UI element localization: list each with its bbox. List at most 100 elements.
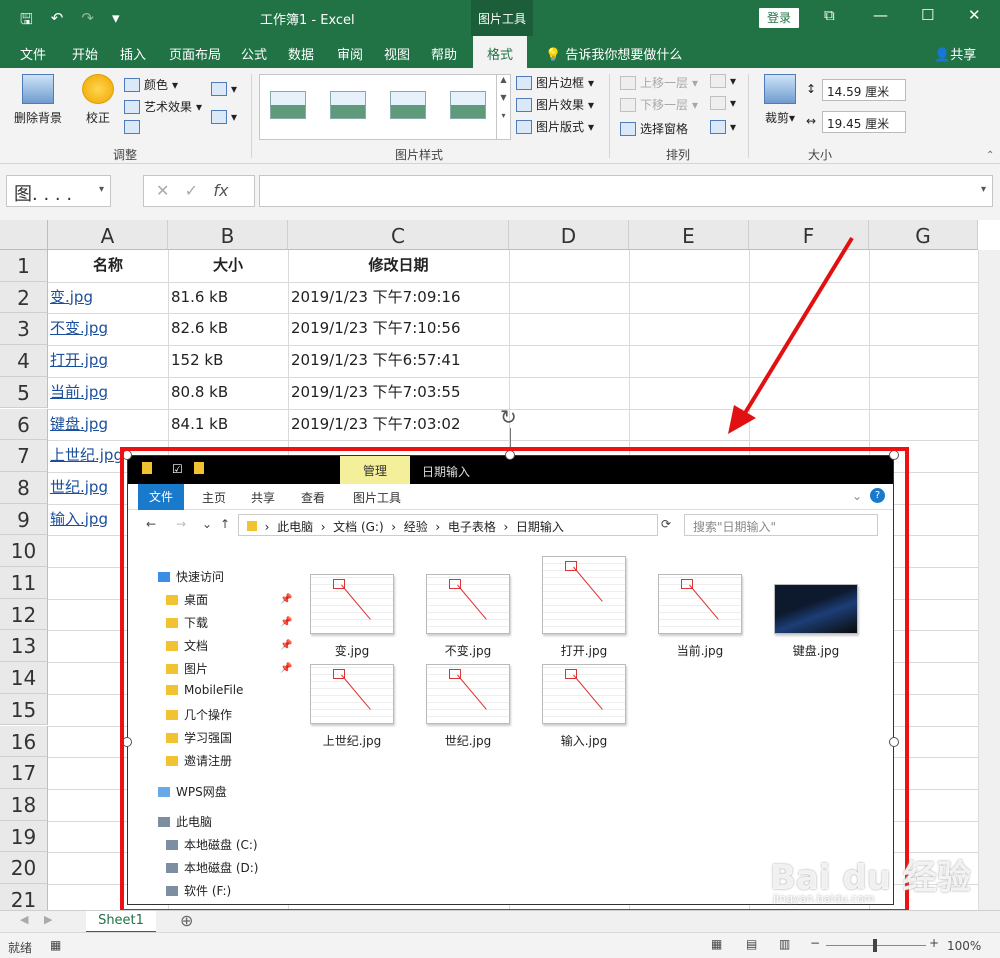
row-header[interactable]: 7 <box>0 440 48 472</box>
zoom-out-icon[interactable]: − <box>810 936 820 950</box>
column-header-b[interactable]: B <box>168 220 288 250</box>
crop-button[interactable]: 裁剪▾ <box>760 74 800 126</box>
name-box[interactable]: 图. . . . ▾ <box>6 175 111 207</box>
row-header[interactable]: 10 <box>0 535 48 567</box>
cell-size[interactable]: 82.6 kB <box>171 313 228 344</box>
picture-border-button[interactable]: 图片边框 ▾ <box>516 74 594 91</box>
cell-filename[interactable]: 键盘.jpg <box>50 409 108 440</box>
align-button[interactable]: ▾ <box>710 74 736 88</box>
cell-filename[interactable]: 不变.jpg <box>50 313 108 344</box>
column-header-f[interactable]: F <box>749 220 869 250</box>
column-header-c[interactable]: C <box>288 220 509 250</box>
column-header-d[interactable]: D <box>509 220 629 250</box>
tab-insert[interactable]: 插入 <box>120 44 146 63</box>
close-icon[interactable]: ✕ <box>968 6 981 24</box>
next-sheet-icon[interactable]: ▶ <box>44 913 52 926</box>
column-header-e[interactable]: E <box>629 220 749 250</box>
tab-data[interactable]: 数据 <box>288 44 314 63</box>
style-thumb[interactable] <box>330 91 366 119</box>
customize-qat-icon[interactable]: ▾ <box>112 9 120 34</box>
row-header[interactable]: 21 <box>0 884 48 910</box>
column-header-a[interactable]: A <box>48 220 168 250</box>
send-backward-button[interactable]: 下移一层 ▾ <box>620 96 698 113</box>
page-layout-view-icon[interactable]: ▤ <box>746 937 757 951</box>
row-header[interactable]: 9 <box>0 503 48 536</box>
row-header[interactable]: 18 <box>0 788 48 821</box>
row-header[interactable]: 8 <box>0 471 48 504</box>
cell-size[interactable]: 152 kB <box>171 345 223 376</box>
row-header[interactable]: 16 <box>0 725 48 758</box>
save-icon[interactable]: 🖫 <box>20 9 33 34</box>
style-thumb[interactable] <box>390 91 426 119</box>
prev-sheet-icon[interactable]: ◀ <box>20 913 28 926</box>
compress-pictures-button[interactable] <box>124 120 140 134</box>
change-picture-button[interactable]: ▾ <box>211 82 237 96</box>
tab-format[interactable]: 格式 <box>473 36 528 68</box>
cell-filename[interactable]: 打开.jpg <box>50 345 108 376</box>
picture-effects-button[interactable]: 图片效果 ▾ <box>516 96 594 113</box>
row-header[interactable]: 15 <box>0 693 48 726</box>
cell-filename[interactable]: 当前.jpg <box>50 377 108 408</box>
maximize-icon[interactable]: ☐ <box>921 6 934 24</box>
add-sheet-icon[interactable]: ⊕ <box>180 911 193 930</box>
page-break-view-icon[interactable]: ▥ <box>779 937 790 951</box>
collapse-ribbon-icon[interactable]: ⌃ <box>986 150 994 161</box>
rotate-handle-icon[interactable]: ↻ <box>500 405 517 429</box>
tab-view[interactable]: 视图 <box>384 44 410 63</box>
row-header[interactable]: 5 <box>0 376 48 409</box>
remove-background-button[interactable]: 删除背景 <box>10 74 66 126</box>
row-header[interactable]: 12 <box>0 598 48 631</box>
row-header[interactable]: 13 <box>0 630 48 663</box>
style-thumb[interactable] <box>450 91 486 119</box>
zoom-in-icon[interactable]: + <box>929 936 939 950</box>
normal-view-icon[interactable]: ▦ <box>711 937 722 951</box>
row-header[interactable]: 17 <box>0 757 48 789</box>
row-header[interactable]: 1 <box>0 250 48 282</box>
color-button[interactable]: 颜色 ▾ <box>124 76 178 93</box>
confirm-icon[interactable]: ✓ <box>185 181 198 200</box>
cell-size[interactable]: 81.6 kB <box>171 282 228 313</box>
cell-modified-date[interactable]: 2019/1/23 下午7:03:55 <box>291 377 461 408</box>
tell-me-search[interactable]: 💡 告诉我你想要做什么 <box>545 44 682 63</box>
tab-file[interactable]: 文件 <box>20 44 46 63</box>
rotate-button[interactable]: ▾ <box>710 120 736 134</box>
minimize-icon[interactable]: — <box>873 6 888 24</box>
row-header[interactable]: 14 <box>0 662 48 694</box>
artistic-effects-button[interactable]: 艺术效果 ▾ <box>124 98 202 115</box>
share-button[interactable]: 👤共享 <box>934 44 976 63</box>
cell-modified-date[interactable]: 2019/1/23 下午7:10:56 <box>291 313 461 344</box>
group-button[interactable]: ▾ <box>710 96 736 110</box>
cancel-icon[interactable]: ✕ <box>156 181 169 200</box>
cell-filename[interactable]: 输入.jpg <box>50 504 108 535</box>
cell-size[interactable]: 84.1 kB <box>171 409 228 440</box>
row-header[interactable]: 2 <box>0 281 48 314</box>
zoom-slider-thumb[interactable] <box>873 939 877 952</box>
select-all-corner[interactable] <box>0 220 48 250</box>
macro-record-icon[interactable]: ▦ <box>50 938 61 952</box>
formula-input[interactable]: ▾ <box>259 175 993 207</box>
bring-forward-button[interactable]: 上移一层 ▾ <box>620 74 698 91</box>
row-header[interactable]: 19 <box>0 820 48 853</box>
redo-icon[interactable]: ↷ <box>81 9 94 34</box>
gallery-scroll[interactable]: ▲ ▼ ▾ <box>496 75 510 139</box>
tab-home[interactable]: 开始 <box>72 44 98 63</box>
corrections-button[interactable]: 校正 <box>78 74 118 126</box>
cell-filename[interactable]: 上世纪.jpg <box>50 440 123 471</box>
tab-page-layout[interactable]: 页面布局 <box>169 44 221 63</box>
row-header[interactable]: 4 <box>0 345 48 377</box>
cell-modified-date[interactable]: 2019/1/23 下午6:57:41 <box>291 345 461 376</box>
style-thumb[interactable] <box>270 91 306 119</box>
cell-modified-date[interactable]: 2019/1/23 下午7:09:16 <box>291 282 461 313</box>
column-header-g[interactable]: G <box>869 220 978 250</box>
expand-formula-icon[interactable]: ▾ <box>981 184 986 195</box>
tab-help[interactable]: 帮助 <box>431 44 457 63</box>
selection-pane-button[interactable]: 选择窗格 <box>620 120 688 137</box>
insert-function-icon[interactable]: fx <box>213 181 228 200</box>
header-cell-size[interactable]: 大小 <box>168 250 288 281</box>
cell-filename[interactable]: 世纪.jpg <box>50 472 108 503</box>
login-button[interactable]: 登录 <box>759 8 799 28</box>
vertical-scrollbar[interactable] <box>978 250 1000 910</box>
header-cell-modified[interactable]: 修改日期 <box>288 250 509 281</box>
tab-review[interactable]: 审阅 <box>337 44 363 63</box>
row-header[interactable]: 6 <box>0 408 48 441</box>
